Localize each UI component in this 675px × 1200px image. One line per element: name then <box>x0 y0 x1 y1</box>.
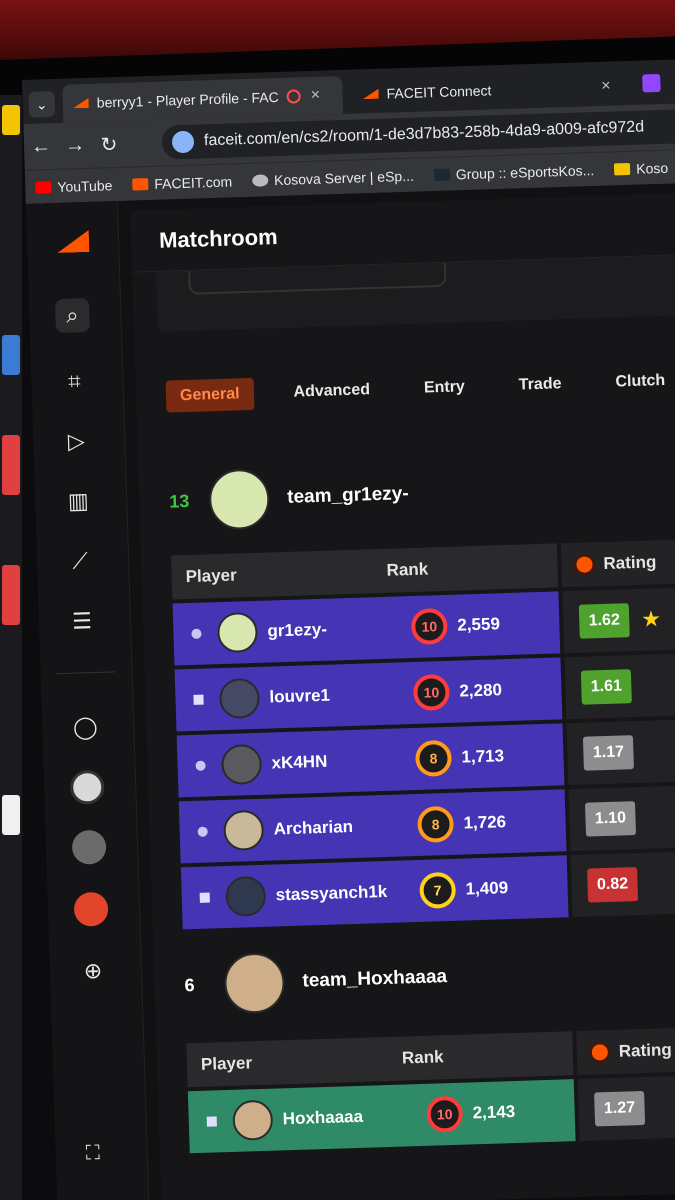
bar-chart-icon[interactable]: ▥ <box>61 484 96 519</box>
globe-icon <box>251 173 269 187</box>
avatar[interactable] <box>73 891 109 927</box>
add-icon[interactable]: ⊕ <box>76 954 111 989</box>
faceit-page: ⌕ ⌗ ▷ ▥ ⟋ ☰ ◯ ⊕ ⛶ Matchroom General Adva… <box>25 182 675 1200</box>
sidebar-divider <box>56 671 115 675</box>
table-row[interactable]: Hoxhaaaa 10 2,143 1.27 <box>187 1074 675 1154</box>
list-icon[interactable]: ☰ <box>65 604 100 639</box>
rating-badge: 1.10 <box>584 801 637 837</box>
skill-level-icon: 10 <box>412 673 450 711</box>
close-tab-icon[interactable]: × <box>601 78 611 96</box>
skill-level-icon: 10 <box>426 1095 464 1133</box>
skill-level-icon: 10 <box>410 607 448 646</box>
bookmark-group[interactable]: Group :: eSportsKos... <box>433 162 595 183</box>
tab-general[interactable]: General <box>165 377 255 413</box>
matchroom-panel: Matchroom General Advanced Entry Trade C… <box>130 192 675 1200</box>
avatar[interactable] <box>225 875 267 917</box>
avatar[interactable] <box>69 769 105 805</box>
bookmark-youtube[interactable]: YouTube <box>35 177 113 195</box>
back-icon[interactable]: ← <box>24 134 59 158</box>
team-name[interactable]: team_Hoxhaaaa <box>302 966 447 993</box>
rating-badge: 1.61 <box>580 669 632 705</box>
sidebar: ⌕ ⌗ ▷ ▥ ⟋ ☰ ◯ ⊕ ⛶ <box>25 201 150 1200</box>
team-name[interactable]: team_gr1ezy- <box>287 483 409 509</box>
expand-icon[interactable]: ⛶ <box>85 1142 114 1171</box>
bookmark-icon <box>614 162 631 175</box>
rating-badge: 1.27 <box>594 1090 646 1127</box>
tab-trade[interactable]: Trade <box>504 368 576 402</box>
table-row[interactable]: xK4HN 8 1,713 1.17 <box>176 718 675 798</box>
url-text: faceit.com/en/cs2/room/1-de3d7b83-258b-4… <box>203 118 645 150</box>
rating-badge: 0.82 <box>587 867 639 903</box>
forward-icon[interactable]: → <box>58 133 93 157</box>
faceit-favicon-icon <box>362 89 378 99</box>
team-header: 13 team_gr1ezy- <box>168 464 409 531</box>
rating-icon <box>573 553 596 576</box>
team-avatar[interactable] <box>208 468 271 531</box>
avatar[interactable] <box>71 829 107 865</box>
table-row[interactable]: stassyanch1k 7 1,409 0.82 <box>180 850 675 930</box>
search-icon[interactable]: ⌕ <box>54 298 90 334</box>
party-icon[interactable]: ◯ <box>68 710 103 745</box>
tab-title: berryy1 - Player Profile - FAC <box>96 88 279 111</box>
bookmark-faceit[interactable]: FACEIT.com <box>132 173 232 192</box>
rating-icon <box>588 1040 612 1064</box>
avatar[interactable] <box>232 1099 274 1141</box>
close-tab-icon[interactable]: × <box>310 87 320 105</box>
table-row[interactable]: louvre1 10 2,280 1.61 <box>174 652 675 732</box>
table-row[interactable]: gr1ezy- 10 2,559 1.62 ★ <box>172 586 675 666</box>
skill-level-icon: 8 <box>414 739 453 777</box>
team-score: 13 <box>168 490 190 512</box>
faceit-icon <box>132 177 149 191</box>
tab-advanced[interactable]: Advanced <box>279 374 384 409</box>
team-header: 6 team_Hoxhaaaa <box>184 947 448 1015</box>
avatar[interactable] <box>216 611 259 654</box>
rating-badge: 1.17 <box>582 735 634 771</box>
tab-entry[interactable]: Entry <box>409 371 479 405</box>
faceit-logo-icon[interactable] <box>57 230 90 253</box>
reload-icon[interactable]: ↻ <box>92 131 127 157</box>
bookmark-kosova-server[interactable]: Kosova Server | eSp... <box>251 167 414 188</box>
play-icon[interactable]: ▷ <box>59 424 94 459</box>
team-roster: Player Rank Rating gr1ezy- 10 2,559 1.62 ★ l… <box>171 538 675 930</box>
tab-clutch[interactable]: Clutch <box>601 365 675 399</box>
avatar[interactable] <box>218 677 261 720</box>
twitch-favicon-icon[interactable] <box>642 73 661 93</box>
team-score: 6 <box>184 974 195 995</box>
steam-icon <box>433 168 450 181</box>
table-row[interactable]: Archarian 8 1,726 1.10 <box>178 784 675 864</box>
tab-title: FACEIT Connect <box>386 82 492 102</box>
line-chart-icon[interactable]: ⟋ <box>63 544 98 579</box>
star-icon: ★ <box>640 606 662 632</box>
skill-level-icon: 8 <box>417 805 455 843</box>
watch-icon[interactable]: ⌗ <box>57 364 92 399</box>
tab-search-button[interactable]: ⌄ <box>28 90 56 118</box>
recording-icon <box>286 89 301 104</box>
youtube-icon <box>35 180 52 194</box>
avatar[interactable] <box>220 743 263 786</box>
avatar[interactable] <box>223 809 265 852</box>
rating-badge: 1.62 <box>578 603 630 639</box>
team-roster: Player Rank Rating Hoxhaaaa 10 2,143 1.27 <box>186 1026 675 1154</box>
bookmark-koso[interactable]: Koso <box>614 159 668 177</box>
other-window-edge <box>0 95 22 1200</box>
skill-level-icon: 7 <box>419 871 457 909</box>
stats-tabs: General Advanced Entry Trade Clutch <box>165 362 675 414</box>
team-avatar[interactable] <box>223 952 286 1015</box>
browser-window: ⌄ berryy1 - Player Profile - FAC × FACEI… <box>22 58 675 1200</box>
faceit-favicon-icon <box>73 98 89 108</box>
microphone-icon[interactable] <box>171 130 195 154</box>
